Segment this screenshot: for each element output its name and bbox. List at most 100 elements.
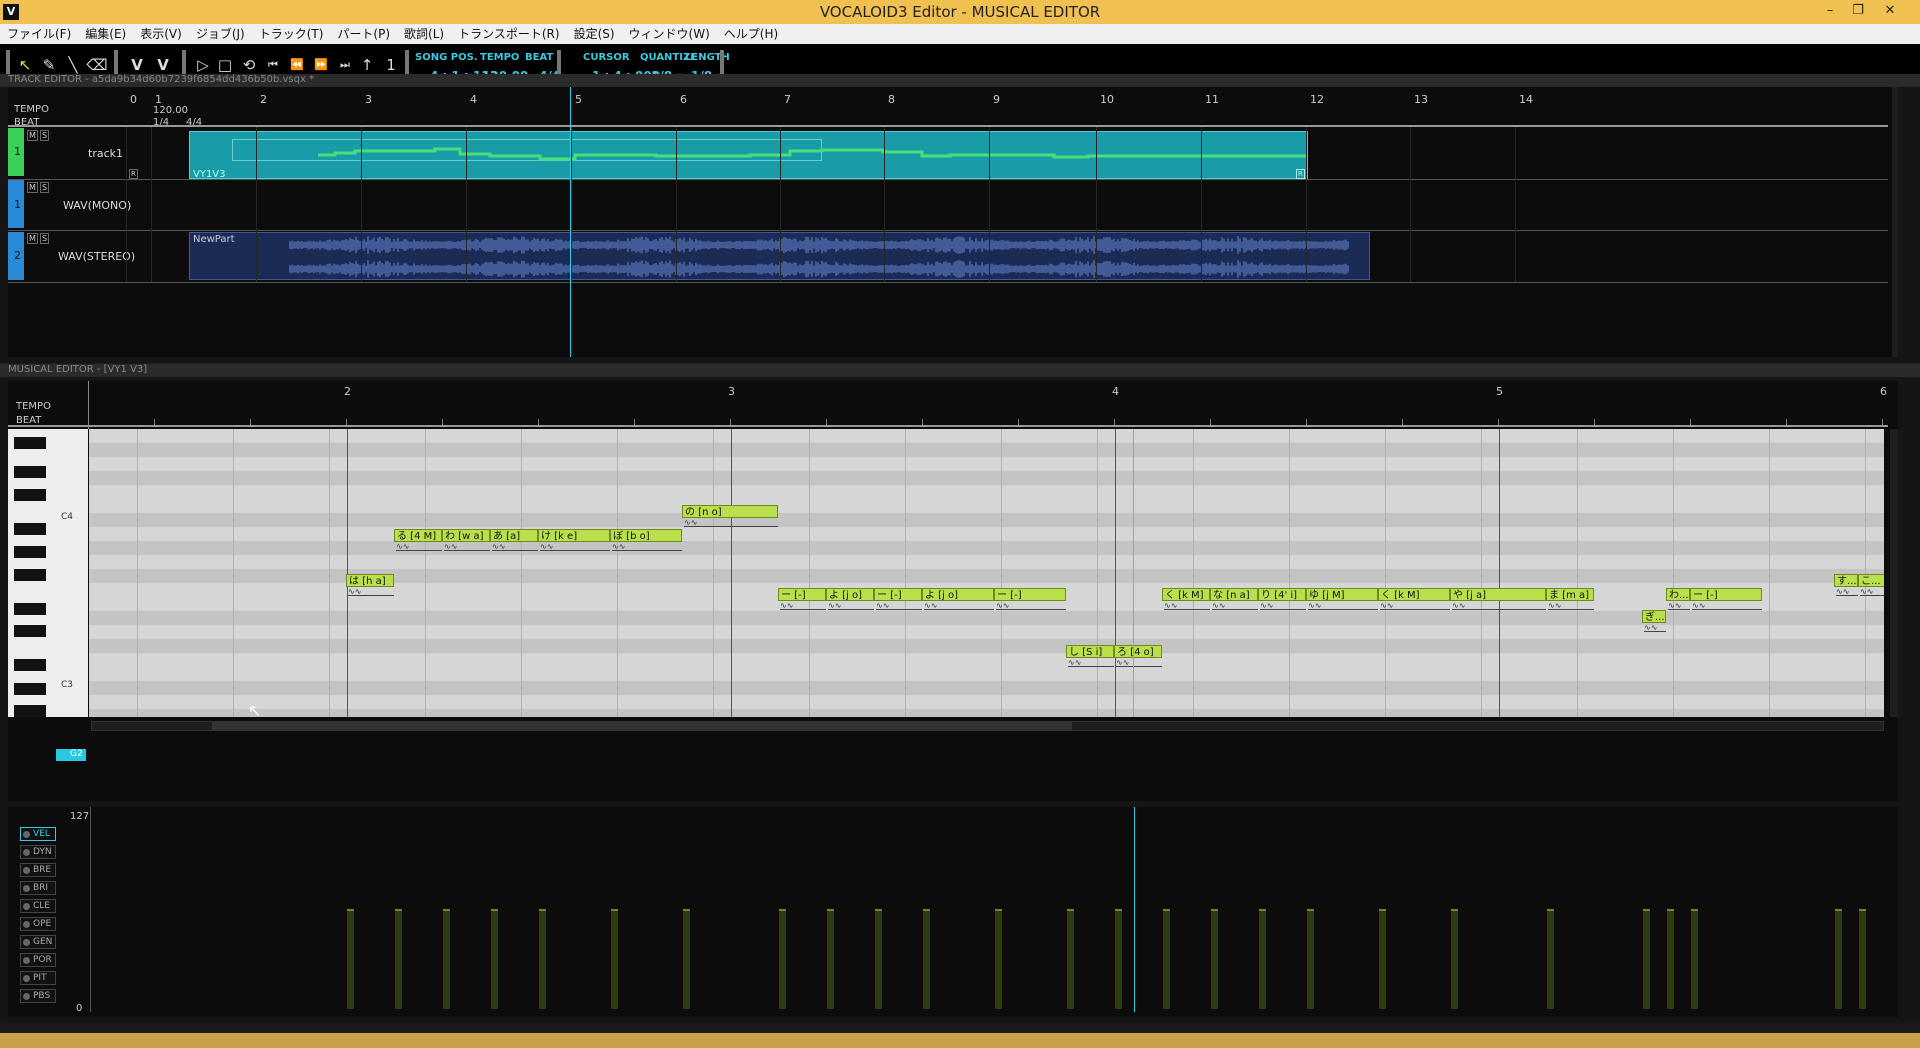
- menu-file[interactable]: ファイル(F): [0, 24, 78, 44]
- piano-black-key[interactable]: [14, 466, 46, 478]
- piano-black-key[interactable]: [14, 523, 46, 535]
- track1-solo-button[interactable]: S: [40, 130, 50, 141]
- control-item-pit[interactable]: PIT: [20, 971, 56, 985]
- piano-black-key[interactable]: [14, 625, 46, 637]
- menu-help[interactable]: ヘルプ(H): [717, 24, 785, 44]
- stop-icon[interactable]: □: [214, 54, 236, 76]
- velocity-bar[interactable]: [923, 909, 930, 1009]
- note-block[interactable]: る [4 M]: [394, 529, 442, 542]
- note-block[interactable]: な [n a]: [1210, 588, 1258, 601]
- track1-name[interactable]: track1: [88, 147, 123, 160]
- eye-icon[interactable]: [23, 903, 30, 910]
- velocity-bar[interactable]: [1547, 909, 1554, 1009]
- note-block[interactable]: ぎ...: [1642, 610, 1666, 623]
- control-graph[interactable]: [90, 807, 1884, 1012]
- velocity-bar[interactable]: [1307, 909, 1314, 1009]
- eye-icon[interactable]: [23, 993, 30, 1000]
- close-icon[interactable]: ✕: [1878, 0, 1902, 24]
- velocity-bar[interactable]: [995, 909, 1002, 1009]
- note-block[interactable]: く [k M]: [1162, 588, 1210, 601]
- wav-mono-solo-button[interactable]: S: [40, 182, 50, 193]
- velocity-bar[interactable]: [875, 909, 882, 1009]
- note-block[interactable]: す...: [1834, 574, 1858, 587]
- note-block[interactable]: は [h a]: [346, 574, 394, 587]
- eye-icon[interactable]: [23, 921, 30, 928]
- fast-forward-icon[interactable]: ⏩: [310, 54, 332, 76]
- mark-start-icon[interactable]: ↑: [356, 54, 378, 76]
- menu-lyrics[interactable]: 歌詞(L): [397, 24, 451, 44]
- eye-icon[interactable]: [23, 939, 30, 946]
- note-block[interactable]: ー [-]: [874, 588, 922, 601]
- note-block[interactable]: ー [-]: [1690, 588, 1762, 601]
- play-icon[interactable]: ▷: [192, 54, 214, 76]
- note-block[interactable]: ゆ [j M]: [1306, 588, 1378, 601]
- track1-record-button[interactable]: R: [129, 169, 138, 179]
- eye-icon[interactable]: [23, 867, 30, 874]
- app-icon[interactable]: V: [3, 4, 19, 20]
- velocity-bar[interactable]: [827, 909, 834, 1009]
- velocity-bar[interactable]: [1643, 909, 1650, 1009]
- control-item-por[interactable]: POR: [20, 953, 56, 967]
- menu-settings[interactable]: 設定(S): [567, 24, 622, 44]
- eraser-tool-icon[interactable]: ⌫: [86, 54, 108, 76]
- go-start-icon[interactable]: ⏮: [262, 54, 284, 76]
- velocity-bar[interactable]: [683, 909, 690, 1009]
- piano-black-key[interactable]: [14, 683, 46, 695]
- piano-black-key[interactable]: [14, 603, 46, 615]
- piano-black-key[interactable]: [14, 489, 46, 501]
- control-item-pbs[interactable]: PBS: [20, 989, 56, 1003]
- velocity-bar[interactable]: [1067, 909, 1074, 1009]
- minimize-icon[interactable]: –: [1818, 0, 1842, 24]
- note-block[interactable]: ろ [4 o]: [1114, 645, 1162, 658]
- note-block[interactable]: よ [j o]: [922, 588, 994, 601]
- mark-end-icon[interactable]: 1: [380, 54, 402, 76]
- menu-view[interactable]: 表示(V): [133, 24, 189, 44]
- piano-black-key[interactable]: [14, 659, 46, 671]
- eye-icon[interactable]: [23, 975, 30, 982]
- note-block[interactable]: ま [m a]: [1546, 588, 1594, 601]
- note-block[interactable]: わ...: [1666, 588, 1690, 601]
- control-item-bre[interactable]: BRE: [20, 863, 56, 877]
- velocity-bar[interactable]: [779, 909, 786, 1009]
- line-tool-icon[interactable]: ╲: [62, 54, 84, 76]
- note-block[interactable]: け [k e]: [538, 529, 610, 542]
- piano-black-key[interactable]: [14, 546, 46, 558]
- rewind-icon[interactable]: ⏪: [286, 54, 308, 76]
- velocity-bar[interactable]: [1691, 909, 1698, 1009]
- velocity-bar[interactable]: [443, 909, 450, 1009]
- wav-stereo-name[interactable]: WAV(STEREO): [58, 250, 135, 263]
- control-item-bri[interactable]: BRI: [20, 881, 56, 895]
- eye-icon[interactable]: [23, 885, 30, 892]
- track-ruler[interactable]: 0 1 2 3 4 5 6 7 8 9 10 11 12 13 14: [8, 87, 1888, 125]
- me-hscroll[interactable]: [91, 721, 1884, 731]
- velocity-bar[interactable]: [611, 909, 618, 1009]
- menu-transport[interactable]: トランスポート(R): [451, 24, 566, 44]
- control-item-dyn[interactable]: DYN: [20, 845, 56, 859]
- note-block[interactable]: こ...: [1858, 574, 1884, 587]
- note-block[interactable]: ぼ [b o]: [610, 529, 682, 542]
- note-block[interactable]: あ [a]: [490, 529, 538, 542]
- pencil-tool-icon[interactable]: ✎: [38, 54, 60, 76]
- velocity-bar[interactable]: [1115, 909, 1122, 1009]
- note-grid[interactable]: は [h a] ∿∿ る [4 M] ∿∿ わ [w a] ∿∿ あ [a] ∿∿ け [k e…: [89, 429, 1884, 717]
- velocity-bar[interactable]: [1259, 909, 1266, 1009]
- track1-mute-button[interactable]: M: [27, 130, 38, 141]
- arrow-tool-icon[interactable]: ↖: [14, 54, 36, 76]
- velocity-bar[interactable]: [1667, 909, 1674, 1009]
- note-block[interactable]: の [n o]: [682, 505, 778, 518]
- menu-part[interactable]: パート(P): [330, 24, 397, 44]
- velocity-bar[interactable]: [539, 909, 546, 1009]
- part-resize-handle[interactable]: R: [1296, 169, 1305, 179]
- wav-stereo-solo-button[interactable]: S: [40, 233, 50, 244]
- me-ruler[interactable]: 2 3 4 5 6: [8, 381, 1888, 429]
- wav-stereo-mute-button[interactable]: M: [27, 233, 38, 244]
- go-end-icon[interactable]: ⏭: [334, 54, 356, 76]
- piano-black-key[interactable]: [14, 437, 46, 449]
- eye-icon[interactable]: [23, 831, 30, 838]
- velocity-bar[interactable]: [1379, 909, 1386, 1009]
- note-block[interactable]: し [S i]: [1066, 645, 1114, 658]
- note-block[interactable]: く [k M]: [1378, 588, 1450, 601]
- note-block[interactable]: よ [j o]: [826, 588, 874, 601]
- hscroll-thumb[interactable]: [212, 722, 1072, 730]
- piano-keyboard[interactable]: C4 C3 G2: [8, 429, 88, 761]
